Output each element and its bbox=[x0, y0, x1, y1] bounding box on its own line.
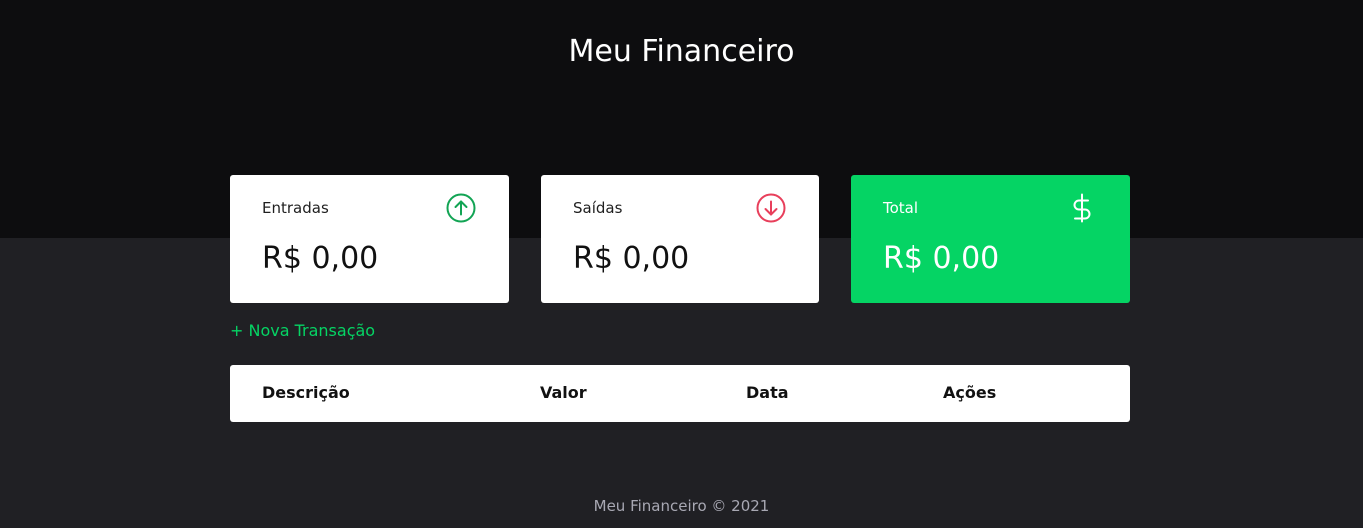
column-header-value: Valor bbox=[540, 383, 587, 402]
total-value: R$ 0,00 bbox=[883, 241, 1000, 276]
column-header-description: Descrição bbox=[262, 383, 350, 402]
income-label: Entradas bbox=[262, 199, 329, 217]
arrow-down-circle-icon bbox=[756, 193, 786, 223]
expense-label: Saídas bbox=[573, 199, 623, 217]
income-card: Entradas R$ 0,00 bbox=[230, 175, 509, 303]
column-header-date: Data bbox=[746, 383, 789, 402]
footer-text: Meu Financeiro © 2021 bbox=[593, 497, 770, 515]
income-value: R$ 0,00 bbox=[262, 241, 379, 276]
expense-card: Saídas R$ 0,00 bbox=[541, 175, 819, 303]
arrow-up-circle-icon bbox=[446, 193, 476, 223]
total-card: Total R$ 0,00 bbox=[851, 175, 1130, 303]
dollar-icon bbox=[1073, 193, 1091, 223]
app-title: Meu Financeiro bbox=[568, 34, 795, 69]
column-header-actions: Ações bbox=[943, 383, 997, 402]
total-label: Total bbox=[883, 199, 919, 217]
new-transaction-link[interactable]: + Nova Transação bbox=[230, 321, 375, 340]
transactions-table-header: Descrição Valor Data Ações bbox=[230, 365, 1130, 422]
expense-value: R$ 0,00 bbox=[573, 241, 690, 276]
